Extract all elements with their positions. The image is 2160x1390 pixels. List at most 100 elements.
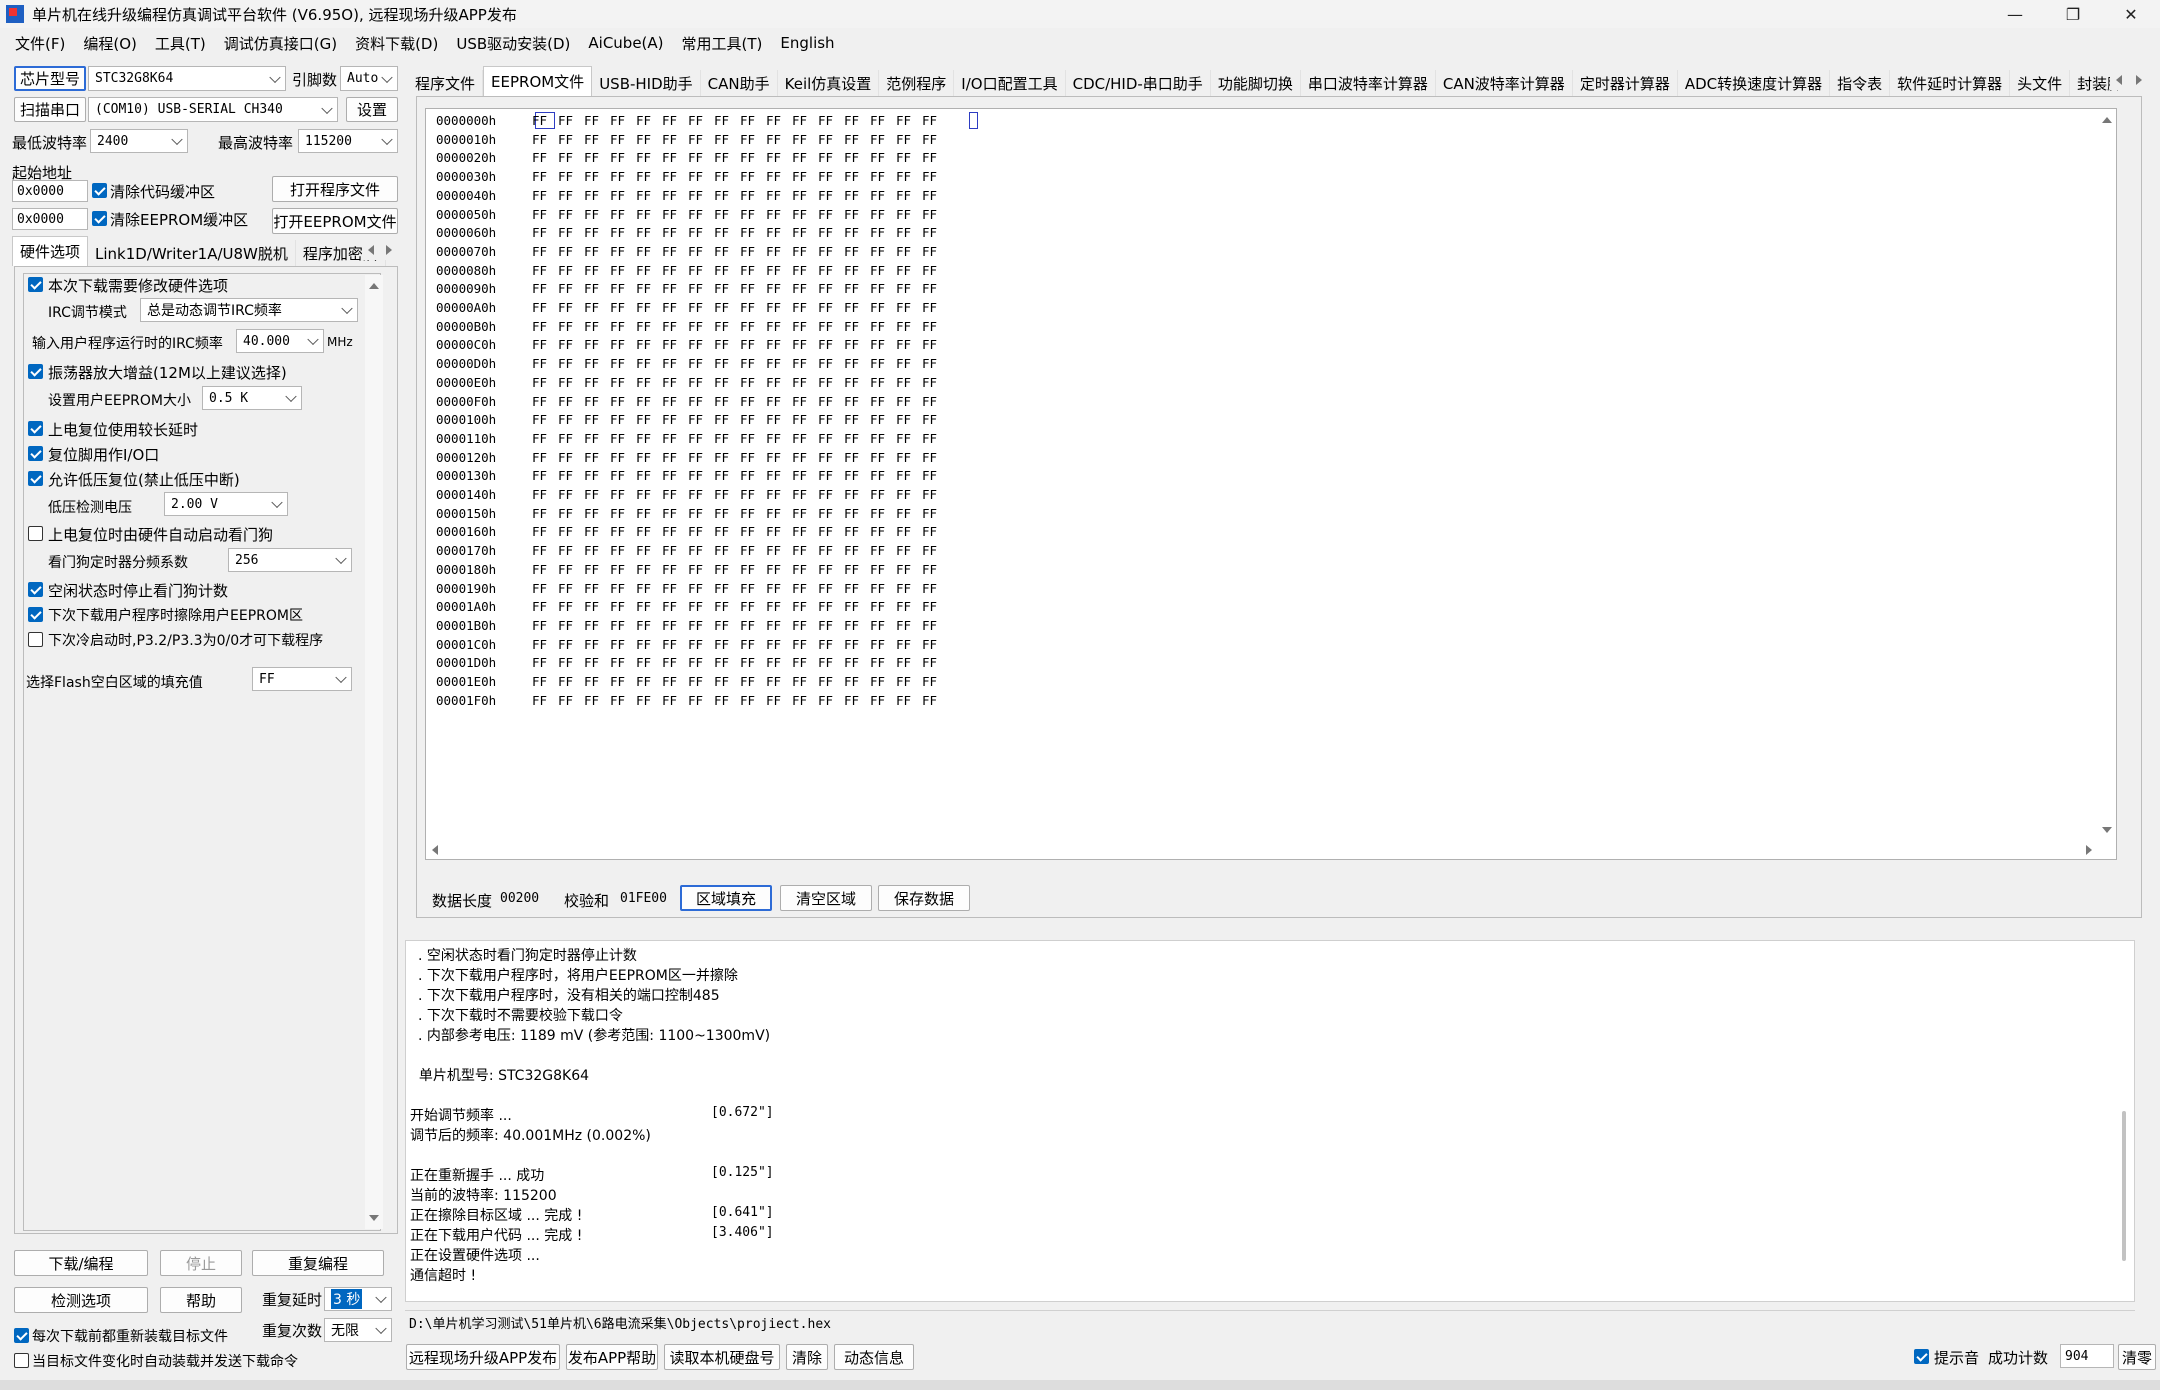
hex-byte[interactable]: FF: [610, 450, 636, 468]
hex-byte[interactable]: FF: [532, 375, 558, 393]
hex-byte[interactable]: FF: [766, 394, 792, 412]
hex-byte[interactable]: FF: [662, 356, 688, 374]
tab-14[interactable]: 软件延时计算器: [1890, 70, 2011, 96]
hex-byte[interactable]: FF: [818, 655, 844, 673]
hex-byte[interactable]: FF: [688, 319, 714, 337]
modify-hw-checkbox[interactable]: [28, 277, 43, 292]
hex-byte[interactable]: FF: [688, 693, 714, 711]
hex-byte[interactable]: FF: [662, 394, 688, 412]
hex-byte[interactable]: FF: [610, 543, 636, 561]
hex-byte[interactable]: FF: [740, 468, 766, 486]
tab-15[interactable]: 头文件: [2010, 70, 2071, 96]
hex-byte[interactable]: FF: [818, 431, 844, 449]
wdt-auto-checkbox[interactable]: [28, 526, 43, 541]
hex-byte[interactable]: FF: [870, 113, 896, 131]
hex-byte[interactable]: FF: [610, 244, 636, 262]
hex-vertical-scrollbar[interactable]: [2098, 109, 2116, 841]
hex-byte[interactable]: FF: [896, 263, 922, 281]
hex-byte[interactable]: FF: [636, 487, 662, 505]
hex-byte[interactable]: FF: [688, 281, 714, 299]
hex-horizontal-scrollbar[interactable]: [426, 841, 2098, 859]
hex-byte[interactable]: FF: [714, 431, 740, 449]
hex-byte[interactable]: FF: [740, 431, 766, 449]
hex-byte[interactable]: FF: [558, 693, 584, 711]
hex-byte[interactable]: FF: [844, 337, 870, 355]
hex-byte[interactable]: FF: [870, 244, 896, 262]
hex-byte[interactable]: FF: [558, 468, 584, 486]
hex-byte[interactable]: FF: [610, 562, 636, 580]
hex-byte[interactable]: FF: [714, 693, 740, 711]
hex-byte[interactable]: FF: [740, 356, 766, 374]
hex-byte[interactable]: FF: [792, 506, 818, 524]
hex-byte[interactable]: FF: [532, 618, 558, 636]
hex-byte[interactable]: FF: [896, 450, 922, 468]
hex-byte[interactable]: FF: [688, 244, 714, 262]
maximize-button[interactable]: ❐: [2044, 0, 2102, 28]
hex-byte[interactable]: FF: [896, 524, 922, 542]
hex-byte[interactable]: FF: [688, 468, 714, 486]
hex-byte[interactable]: FF: [792, 394, 818, 412]
hex-byte[interactable]: FF: [922, 599, 948, 617]
hex-byte[interactable]: FF: [766, 375, 792, 393]
hex-byte[interactable]: FF: [636, 150, 662, 168]
hex-byte[interactable]: FF: [870, 375, 896, 393]
hex-byte[interactable]: FF: [714, 394, 740, 412]
hex-byte[interactable]: FF: [870, 655, 896, 673]
hex-byte[interactable]: FF: [792, 599, 818, 617]
hex-byte[interactable]: FF: [532, 113, 558, 131]
hex-byte[interactable]: FF: [532, 207, 558, 225]
menu-item-0[interactable]: 文件(F): [6, 33, 74, 54]
hex-byte[interactable]: FF: [818, 599, 844, 617]
hex-byte[interactable]: FF: [766, 150, 792, 168]
repeat-delay-select[interactable]: 3 秒: [324, 1287, 392, 1311]
hex-byte[interactable]: FF: [740, 319, 766, 337]
scroll-down-icon[interactable]: [369, 1215, 379, 1221]
hex-byte[interactable]: FF: [532, 599, 558, 617]
hex-byte[interactable]: FF: [818, 618, 844, 636]
hex-byte[interactable]: FF: [532, 450, 558, 468]
hex-byte[interactable]: FF: [922, 524, 948, 542]
hex-byte[interactable]: FF: [610, 674, 636, 692]
hex-byte[interactable]: FF: [896, 468, 922, 486]
hex-byte[interactable]: FF: [844, 468, 870, 486]
hex-byte[interactable]: FF: [636, 506, 662, 524]
tab-2[interactable]: USB-HID助手: [592, 70, 701, 96]
hex-byte[interactable]: FF: [922, 263, 948, 281]
scroll-left-icon[interactable]: [432, 845, 438, 855]
hex-byte[interactable]: FF: [714, 132, 740, 150]
hex-byte[interactable]: FF: [558, 599, 584, 617]
hex-byte[interactable]: FF: [740, 337, 766, 355]
hex-byte[interactable]: FF: [662, 263, 688, 281]
hex-byte[interactable]: FF: [532, 263, 558, 281]
hex-byte[interactable]: FF: [740, 169, 766, 187]
hex-byte[interactable]: FF: [558, 132, 584, 150]
hex-byte[interactable]: FF: [636, 132, 662, 150]
hex-byte[interactable]: FF: [714, 263, 740, 281]
hex-byte[interactable]: FF: [662, 132, 688, 150]
tab-5[interactable]: 范例程序: [879, 70, 955, 96]
hex-byte[interactable]: FF: [792, 693, 818, 711]
hex-byte[interactable]: FF: [870, 132, 896, 150]
hex-byte[interactable]: FF: [818, 132, 844, 150]
hex-byte[interactable]: FF: [532, 356, 558, 374]
repeat-count-select[interactable]: 无限: [324, 1318, 392, 1342]
hex-byte[interactable]: FF: [636, 207, 662, 225]
hex-byte[interactable]: FF: [740, 244, 766, 262]
hex-byte[interactable]: FF: [818, 487, 844, 505]
hex-byte[interactable]: FF: [584, 113, 610, 131]
hex-byte[interactable]: FF: [896, 543, 922, 561]
hex-byte[interactable]: FF: [740, 207, 766, 225]
close-button[interactable]: ✕: [2102, 0, 2160, 28]
hex-byte[interactable]: FF: [714, 281, 740, 299]
hex-byte[interactable]: FF: [766, 693, 792, 711]
hex-byte[interactable]: FF: [870, 431, 896, 449]
hex-byte[interactable]: FF: [584, 693, 610, 711]
hex-byte[interactable]: FF: [844, 263, 870, 281]
hex-byte[interactable]: FF: [740, 599, 766, 617]
settings-button[interactable]: 设置: [346, 97, 398, 122]
hex-byte[interactable]: FF: [558, 487, 584, 505]
hex-byte[interactable]: FF: [688, 207, 714, 225]
hex-byte[interactable]: FF: [558, 637, 584, 655]
reset-io-checkbox[interactable]: [28, 446, 43, 461]
hex-byte[interactable]: FF: [740, 412, 766, 430]
